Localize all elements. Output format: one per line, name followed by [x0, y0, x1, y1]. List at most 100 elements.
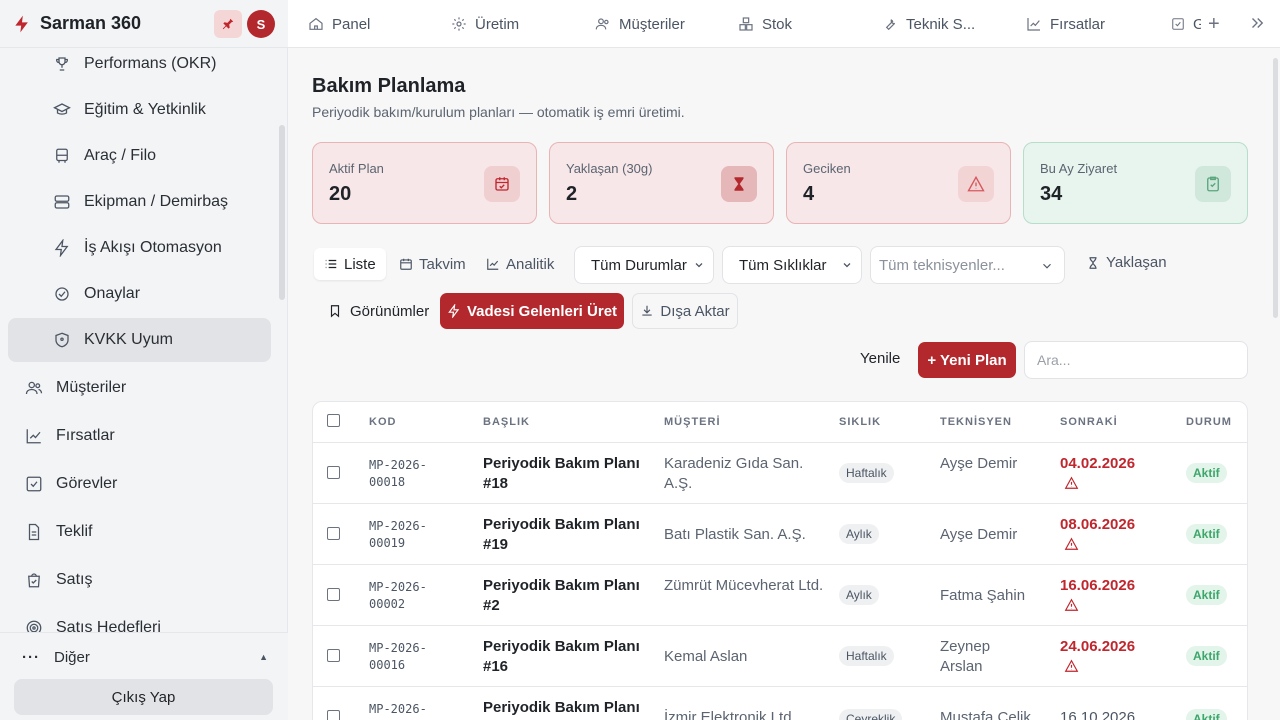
other-menu-toggle[interactable]: ··· Diğer ▲: [22, 647, 272, 667]
sidebar-item-label: Görevler: [56, 475, 118, 492]
plan-title[interactable]: Periyodik Bakım Planı #19: [483, 515, 643, 555]
column-header[interactable]: TEKNİSYEN: [940, 416, 1012, 428]
sidebar-item-gorevler[interactable]: Görevler: [8, 462, 271, 506]
sidebar-item-performans[interactable]: Performans (OKR): [8, 48, 271, 86]
approaching-label: Yaklaşan: [1106, 254, 1167, 271]
column-header[interactable]: DURUM: [1186, 416, 1232, 428]
kpi-card-aktif-plan[interactable]: Aktif Plan 20: [312, 142, 537, 224]
status-filter-select[interactable]: Tüm Durumlar: [574, 246, 714, 284]
generate-label: Vadesi Gelenleri Üret: [466, 302, 618, 320]
kpi-value: 20: [329, 183, 352, 205]
kpi-card-yaklasan[interactable]: Yaklaşan (30g) 2: [549, 142, 774, 224]
column-header[interactable]: BAŞLIK: [483, 416, 530, 428]
plan-title[interactable]: Periyodik Bakım Planı #2: [483, 576, 643, 616]
tab-panel[interactable]: Panel: [308, 0, 370, 48]
main-content: Bakım Planlama Periyodik bakım/kurulum p…: [288, 48, 1280, 720]
kpi-card-bu-ay-ziyaret[interactable]: Bu Ay Ziyaret 34: [1023, 142, 1248, 224]
sidebar-item-musteriler[interactable]: Müşteriler: [8, 366, 271, 410]
chevrons-right-icon[interactable]: [1248, 14, 1266, 32]
column-header[interactable]: SIKLIK: [839, 416, 881, 428]
sidebar-item-label: İş Akışı Otomasyon: [84, 239, 222, 256]
approaching-filter[interactable]: Yaklaşan: [1086, 254, 1167, 271]
tab-takvim[interactable]: Takvim: [389, 248, 476, 280]
frequency-filter-value: Tüm Sıklıklar: [739, 256, 827, 274]
bus-icon: [52, 146, 72, 166]
table-row[interactable]: MP-2026- Periyodik Bakım Planı İzmir Ele…: [313, 686, 1247, 720]
wrench-icon: [882, 16, 898, 32]
views-button[interactable]: Görünümler: [314, 293, 443, 329]
search-input[interactable]: [1024, 341, 1248, 379]
tab-liste[interactable]: Liste: [314, 248, 386, 280]
boxes-icon: [738, 16, 754, 32]
table-row[interactable]: MP-2026- 00002 Periyodik Bakım Planı #2 Z…: [313, 564, 1247, 625]
frequency-badge: Aylık: [839, 585, 879, 605]
sidebar-item-is-akisi[interactable]: İş Akışı Otomasyon: [8, 226, 271, 270]
logout-button[interactable]: Çıkış Yap: [14, 679, 273, 715]
sidebar-item-satis[interactable]: Satış: [8, 558, 271, 602]
other-label: Diğer: [54, 648, 90, 666]
row-checkbox[interactable]: [327, 466, 340, 479]
table-row[interactable]: MP-2026- 00019 Periyodik Bakım Planı #19 …: [313, 503, 1247, 564]
tab-musteriler[interactable]: Müşteriler: [595, 0, 685, 48]
plan-customer: Karadeniz Gıda San. A.Ş.: [664, 455, 804, 492]
trophy-icon: [52, 54, 72, 74]
sidebar-item-kvkk[interactable]: KVKK Uyum: [8, 318, 271, 362]
avatar[interactable]: S: [247, 10, 275, 38]
tab-label: Teknik S...: [906, 15, 976, 33]
column-header[interactable]: SONRAKİ: [1060, 416, 1118, 428]
status-filter-value: Tüm Durumlar: [591, 256, 687, 274]
refresh-button[interactable]: Yenile: [860, 350, 900, 367]
chevron-down-icon: [693, 259, 705, 271]
export-button[interactable]: Dışa Aktar: [632, 293, 738, 329]
chevron-down-icon: [1040, 259, 1054, 273]
column-header[interactable]: MÜŞTERİ: [664, 416, 721, 428]
tab-gorevler[interactable]: G: [1171, 0, 1201, 48]
plans-table: KOD BAŞLIK MÜŞTERİ SIKLIK TEKNİSYEN SONR…: [312, 401, 1248, 720]
generate-due-button[interactable]: Vadesi Gelenleri Üret: [440, 293, 624, 329]
frequency-badge: Haftalık: [839, 463, 894, 483]
tab-uretim[interactable]: Üretim: [451, 0, 519, 48]
new-plan-button[interactable]: + Yeni Plan: [918, 342, 1016, 378]
kpi-card-geciken[interactable]: Geciken 4: [786, 142, 1011, 224]
tab-analitik[interactable]: Analitik: [476, 248, 564, 280]
page-title: Bakım Planlama: [312, 75, 466, 97]
tab-stok[interactable]: Stok: [738, 0, 792, 48]
technician-filter-select[interactable]: Tüm teknisyenler...: [870, 246, 1065, 284]
sidebar-item-ekipman[interactable]: Ekipman / Demirbaş: [8, 180, 271, 224]
table-row[interactable]: MP-2026- 00018 Periyodik Bakım Planı #18 …: [313, 442, 1247, 503]
target-icon: [24, 618, 44, 632]
frequency-filter-select[interactable]: Tüm Sıklıklar: [722, 246, 862, 284]
tab-teknik-servis[interactable]: Teknik S...: [882, 0, 982, 48]
sidebar-scrollbar[interactable]: [279, 125, 285, 300]
bookmark-icon: [328, 304, 342, 318]
main-scrollbar[interactable]: [1273, 58, 1278, 318]
plan-code: MP-2026- 00019: [369, 519, 427, 550]
row-checkbox[interactable]: [327, 710, 340, 720]
add-tab-icon[interactable]: +: [1208, 14, 1220, 34]
sidebar-item-label: KVKK Uyum: [84, 331, 173, 348]
row-checkbox[interactable]: [327, 588, 340, 601]
gear-icon: [451, 16, 467, 32]
frequency-badge: Çeyreklik: [839, 709, 903, 720]
zap-icon: [447, 304, 461, 318]
sidebar-item-onaylar[interactable]: Onaylar: [8, 272, 271, 316]
plan-title[interactable]: Periyodik Bakım Planı: [483, 698, 643, 718]
table-row[interactable]: MP-2026- 00016 Periyodik Bakım Planı #16 …: [313, 625, 1247, 686]
sidebar-item-teklif[interactable]: Teklif: [8, 510, 271, 554]
status-badge: Aktif: [1186, 646, 1227, 666]
tab-firsatlar[interactable]: Fırsatlar: [1026, 0, 1105, 48]
plan-technician: Fatma Şahin: [940, 587, 1026, 604]
check-square-icon: [1171, 17, 1185, 31]
select-all-checkbox[interactable]: [327, 414, 340, 427]
column-header[interactable]: KOD: [369, 416, 396, 428]
row-checkbox[interactable]: [327, 649, 340, 662]
sidebar-item-firsatlar[interactable]: Fırsatlar: [8, 414, 271, 458]
sidebar-item-egitim[interactable]: Eğitim & Yetkinlik: [8, 88, 271, 132]
plan-title[interactable]: Periyodik Bakım Planı #18: [483, 454, 643, 494]
pin-icon[interactable]: [214, 10, 242, 38]
home-icon: [308, 16, 324, 32]
sidebar-item-arac[interactable]: Araç / Filo: [8, 134, 271, 178]
sidebar-item-satis-hedefleri[interactable]: Satış Hedefleri: [8, 606, 271, 632]
row-checkbox[interactable]: [327, 527, 340, 540]
plan-title[interactable]: Periyodik Bakım Planı #16: [483, 637, 643, 677]
